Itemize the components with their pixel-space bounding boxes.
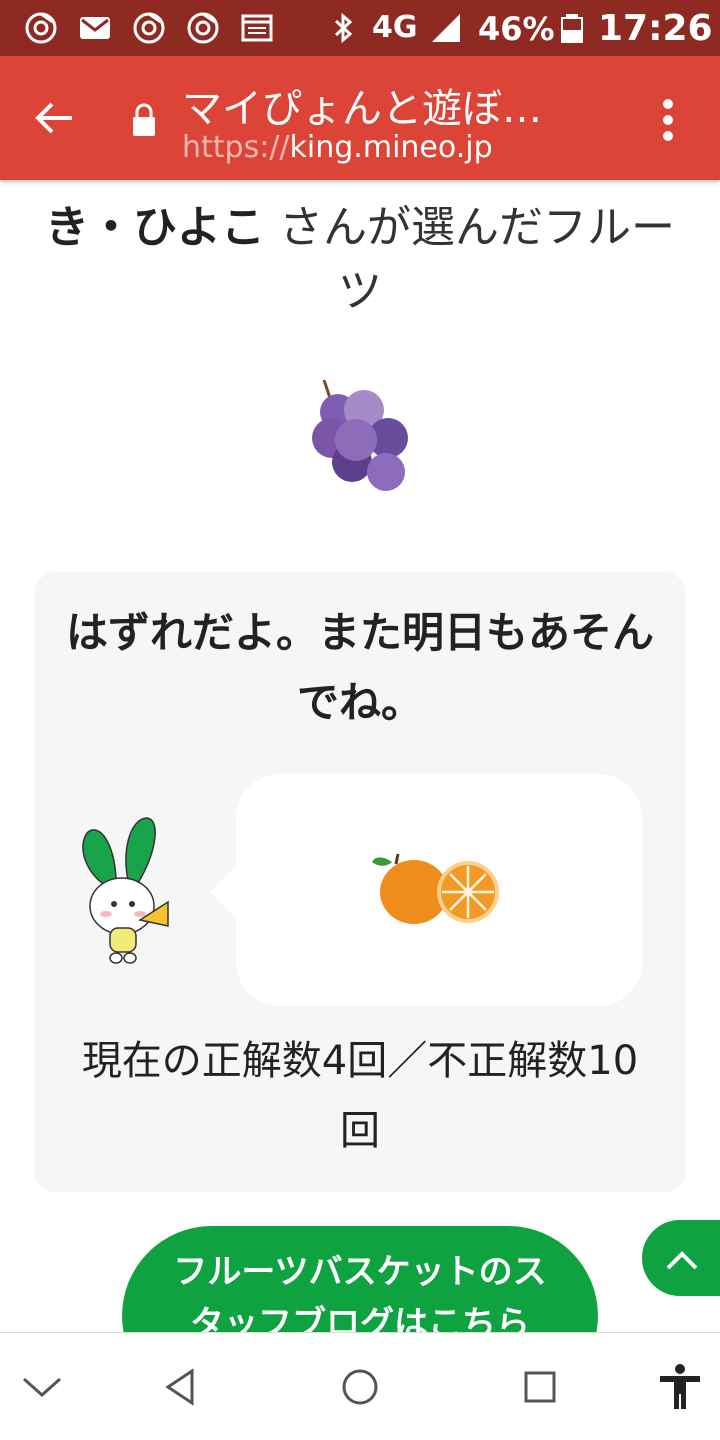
bluetooth-icon	[334, 12, 353, 44]
orange-icon	[372, 853, 499, 924]
news-icon	[241, 14, 273, 42]
result-card: はずれだよ。また明日もあそんでね。 現在の正解数4回／不正解数10回	[34, 572, 686, 1192]
page-title[interactable]: マイぴょんと遊ぼ…	[182, 76, 602, 134]
battery-percent: 46%	[478, 10, 555, 48]
browser-toolbar: マイぴょんと遊ぼ… https://king.mineo.jp	[0, 56, 720, 180]
grape-icon	[312, 380, 408, 491]
selected-fruit-heading: き・ひよこ さんが選んだフルーツ	[40, 196, 680, 324]
result-message: はずれだよ。また明日もあそんでね。	[65, 608, 654, 727]
user-name: き・ひよこ	[45, 202, 265, 253]
chrome-icon	[25, 12, 57, 44]
home-circle-icon[interactable]	[336, 1363, 384, 1411]
gmail-icon	[80, 17, 110, 39]
chrome-icon	[133, 12, 165, 44]
rabbit-mascot-icon	[82, 817, 169, 964]
battery-icon	[561, 14, 583, 43]
more-menu-icon[interactable]	[648, 96, 688, 144]
accessibility-icon[interactable]	[656, 1363, 704, 1411]
network-type: 4G	[372, 10, 418, 45]
url-text[interactable]: https://king.mineo.jp	[182, 130, 493, 165]
scroll-to-top-button[interactable]	[640, 1218, 720, 1298]
url-scheme: https://	[182, 130, 290, 165]
url-host: king.mineo.jp	[289, 130, 493, 165]
speech-bubble	[236, 774, 642, 1006]
chrome-icon	[187, 12, 219, 44]
recents-square-icon[interactable]	[516, 1363, 564, 1411]
back-arrow-icon[interactable]	[30, 94, 78, 142]
lock-icon	[133, 103, 155, 136]
chevron-up-icon	[666, 1251, 698, 1270]
chevron-down-icon[interactable]	[18, 1363, 66, 1411]
score-text: 現在の正解数4回／不正解数10回	[81, 1038, 639, 1154]
system-nav-bar	[0, 1332, 720, 1440]
heading-suffix: さんが選んだフルーツ	[265, 202, 675, 317]
clock: 17:26	[598, 8, 713, 49]
staff-blog-button[interactable]: フルーツバスケットのスタッフブログはこちら	[122, 1226, 598, 1332]
page-content: き・ひよこ さんが選んだフルーツ はずれだよ。また明日もあそんでね。 現在の正解…	[0, 180, 720, 1332]
status-bar: 4G 46% 17:26	[0, 0, 720, 56]
speech-bubble-tail	[210, 864, 238, 920]
back-triangle-icon[interactable]	[156, 1363, 204, 1411]
signal-icon	[432, 14, 460, 42]
